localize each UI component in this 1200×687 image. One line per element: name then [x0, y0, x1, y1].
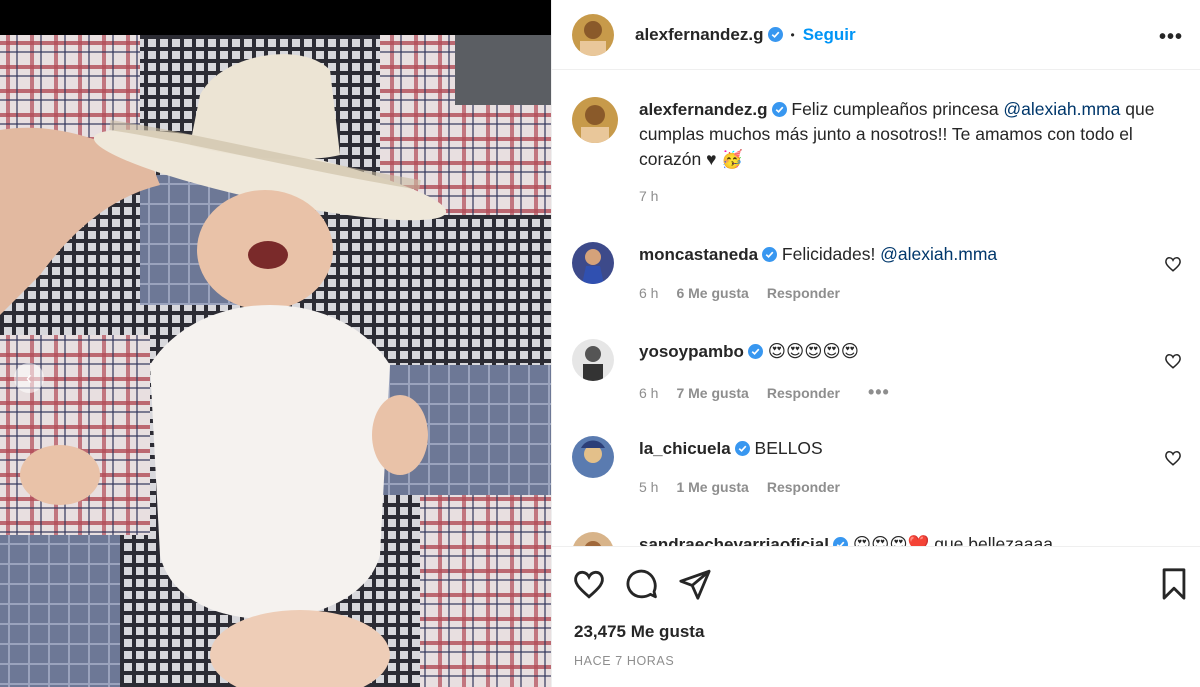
comment-likes[interactable]: 1 Me gusta	[676, 479, 748, 495]
comment-body: Felicidades!	[781, 244, 881, 264]
verified-badge-icon	[771, 102, 787, 117]
comment-text: sandraechevarriaoficial 😍😍😍❤️ que bellez…	[639, 532, 1053, 546]
bookmark-icon[interactable]	[1157, 567, 1191, 601]
comment-username[interactable]: sandraechevarriaoficial	[639, 535, 829, 546]
comment-body: BELLOS	[754, 438, 823, 458]
post-photo[interactable]	[0, 35, 551, 687]
separator-dot: •	[790, 27, 795, 42]
verified-badge-icon	[762, 247, 778, 262]
verified-badge-icon	[747, 344, 763, 359]
post-timestamp: HACE 7 HORAS	[574, 654, 675, 668]
comment-item: la_chicuela BELLOS 5 h 1 Me gusta Responde…	[572, 436, 1182, 506]
chevron-left-icon: ‹	[26, 367, 32, 388]
comment-text: yosoypambo 😍😍😍😍😍	[639, 339, 859, 364]
comment-meta: 6 h 6 Me gusta Responder	[639, 285, 840, 301]
heart-icon[interactable]	[1164, 449, 1182, 467]
more-options-icon[interactable]: •••	[1159, 26, 1183, 49]
comment-item: sandraechevarriaoficial 😍😍😍❤️ que bellez…	[572, 532, 1182, 546]
comment-text: la_chicuela BELLOS	[639, 436, 823, 461]
author-username[interactable]: alexfernandez.g	[635, 25, 764, 45]
comment-meta: 5 h 1 Me gusta Responder	[639, 479, 840, 495]
heart-icon[interactable]	[1164, 255, 1182, 273]
share-icon[interactable]	[678, 567, 712, 601]
action-bar: 23,475 Me gusta HACE 7 HORAS	[552, 546, 1200, 687]
comment-item: yosoypambo 😍😍😍😍😍 6 h 7 Me gusta Responder •…	[572, 339, 1182, 409]
comment-icon[interactable]	[625, 567, 659, 601]
caption-body-start: Feliz cumpleaños princesa	[791, 99, 1004, 119]
caption-mention-link[interactable]: @alexiah.mma	[1003, 99, 1120, 119]
follow-button[interactable]: Seguir	[803, 25, 856, 45]
reply-button[interactable]: Responder	[767, 285, 840, 301]
comment-likes[interactable]: 7 Me gusta	[676, 385, 748, 401]
carousel-prev-button[interactable]: ‹	[14, 363, 44, 393]
post-media: ‹	[0, 0, 551, 687]
commenter-avatar[interactable]	[572, 242, 614, 284]
commenter-avatar[interactable]	[572, 436, 614, 478]
comment-more-icon[interactable]: •••	[868, 382, 890, 402]
author-avatar[interactable]	[572, 13, 614, 56]
comment-item: moncastaneda Felicidades! @alexiah.mma 6…	[572, 242, 1182, 312]
comment-username[interactable]: la_chicuela	[639, 439, 731, 458]
comment-text: moncastaneda Felicidades! @alexiah.mma	[639, 242, 997, 267]
likes-count[interactable]: 23,475 Me gusta	[574, 622, 704, 642]
verified-badge-icon	[767, 27, 783, 42]
comments-list[interactable]: alexfernandez.g Feliz cumpleaños princes…	[552, 71, 1200, 546]
commenter-avatar[interactable]	[572, 532, 614, 546]
heart-icon[interactable]	[1164, 352, 1182, 370]
comment-time: 6 h	[639, 285, 659, 301]
commenter-avatar[interactable]	[572, 339, 614, 381]
comment-username[interactable]: yosoypambo	[639, 342, 744, 361]
comment-time: 5 h	[639, 479, 659, 495]
post-panel: alexfernandez.g • Seguir ••• alexfernand…	[551, 0, 1200, 687]
verified-badge-icon	[832, 537, 848, 546]
caption-timestamp: 7 h	[639, 188, 659, 204]
comment-likes[interactable]: 6 Me gusta	[676, 285, 748, 301]
comment-mention-link[interactable]: @alexiah.mma	[880, 244, 997, 264]
comment-time: 6 h	[639, 385, 659, 401]
heart-icon[interactable]	[572, 567, 606, 601]
comment-body: 😍😍😍😍😍	[767, 341, 859, 361]
caption-username[interactable]: alexfernandez.g	[639, 100, 768, 119]
verified-badge-icon	[734, 441, 750, 456]
reply-button[interactable]: Responder	[767, 479, 840, 495]
comment-username[interactable]: moncastaneda	[639, 245, 758, 264]
comment-meta: 6 h 7 Me gusta Responder •••	[639, 382, 890, 403]
caption-text: alexfernandez.g Feliz cumpleaños princes…	[639, 97, 1169, 172]
post-header: alexfernandez.g • Seguir •••	[552, 0, 1200, 70]
comment-body: 😍😍😍❤️ que bellezaaaa	[852, 534, 1053, 546]
author-avatar[interactable]	[572, 97, 618, 143]
reply-button[interactable]: Responder	[767, 385, 840, 401]
